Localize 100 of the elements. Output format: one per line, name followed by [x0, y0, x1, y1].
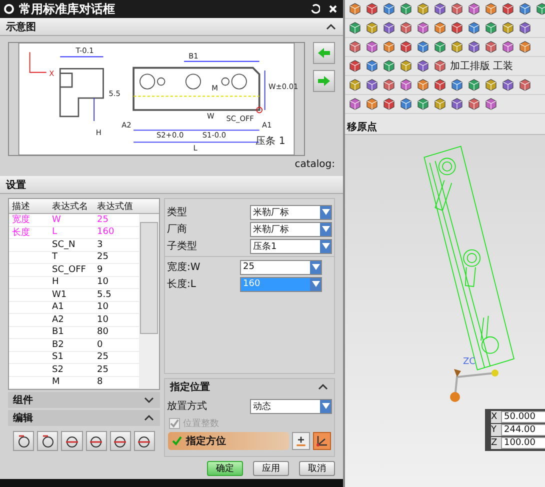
dropdown-field[interactable]: 米勒厂标	[250, 204, 332, 220]
cube-icon[interactable]	[382, 2, 396, 16]
cube-icon[interactable]	[365, 59, 379, 73]
cube-icon[interactable]	[484, 97, 498, 111]
gear-icon[interactable]	[3, 3, 15, 15]
cube-icon[interactable]	[450, 21, 464, 35]
cube-icon[interactable]	[450, 40, 464, 54]
toolbar-button[interactable]: 加工排版	[450, 59, 490, 73]
orientation-button[interactable]: 指定方位	[168, 432, 289, 450]
cube-icon[interactable]	[416, 78, 430, 92]
cube-icon[interactable]	[382, 21, 396, 35]
dropdown-field[interactable]: 动态	[250, 398, 332, 414]
section-header[interactable]: 指定位置	[165, 379, 334, 395]
dropdown-field[interactable]: 压条1	[250, 238, 332, 254]
section-header[interactable]: 编辑	[8, 410, 160, 426]
cube-icon[interactable]	[433, 2, 447, 16]
cube-icon[interactable]	[450, 2, 464, 16]
cube-icon[interactable]	[348, 97, 362, 111]
cube-icon[interactable]	[535, 2, 545, 16]
tool-button[interactable]	[37, 431, 58, 451]
csys-button[interactable]	[313, 432, 331, 450]
dropdown-field[interactable]: 25	[240, 260, 322, 274]
cube-icon[interactable]	[348, 40, 362, 54]
cube-icon[interactable]	[467, 21, 481, 35]
tool-button[interactable]	[86, 431, 107, 451]
cube-icon[interactable]	[399, 40, 413, 54]
tool-button[interactable]	[134, 431, 156, 451]
section-header[interactable]: 示意图	[0, 18, 343, 36]
cube-icon[interactable]	[348, 78, 362, 92]
cube-icon[interactable]	[382, 78, 396, 92]
cube-icon[interactable]	[348, 59, 362, 73]
tool-button[interactable]	[13, 431, 34, 451]
cube-icon[interactable]	[501, 40, 515, 54]
section-header[interactable]: 设置	[0, 176, 343, 194]
cube-icon[interactable]	[433, 40, 447, 54]
cube-icon[interactable]	[382, 40, 396, 54]
point-button[interactable]	[292, 432, 310, 450]
section-header[interactable]: 组件	[8, 392, 160, 408]
dropdown-field[interactable]: 米勒厂标	[250, 222, 332, 236]
field-label: 厂商	[167, 222, 187, 236]
cube-icon[interactable]	[416, 59, 430, 73]
cube-icon[interactable]	[501, 78, 515, 92]
next-button[interactable]	[313, 70, 335, 92]
cube-icon[interactable]	[416, 40, 430, 54]
cube-icon[interactable]	[501, 2, 515, 16]
cube-icon[interactable]	[416, 97, 430, 111]
toolbar-button[interactable]: 工装	[493, 59, 513, 73]
dialog-button[interactable]: 应用	[253, 461, 289, 476]
cube-icon[interactable]	[382, 59, 396, 73]
input-field[interactable]: 100.00	[501, 437, 545, 449]
dialog-button[interactable]: 确定	[207, 461, 243, 476]
cube-icon[interactable]	[518, 2, 532, 16]
cube-icon[interactable]	[484, 2, 498, 16]
table-cell: S1	[52, 352, 64, 362]
cube-icon[interactable]	[467, 2, 481, 16]
cube-icon[interactable]	[348, 21, 362, 35]
cube-icon[interactable]	[399, 59, 413, 73]
cube-icon[interactable]	[467, 97, 481, 111]
scrollbar[interactable]	[139, 214, 159, 389]
reset-button[interactable]	[308, 2, 322, 16]
cube-icon[interactable]	[433, 78, 447, 92]
table-cell: B2	[52, 340, 64, 350]
cube-icon[interactable]	[450, 78, 464, 92]
cube-icon[interactable]	[484, 21, 498, 35]
cube-icon[interactable]	[399, 97, 413, 111]
cube-icon[interactable]	[365, 40, 379, 54]
cube-icon[interactable]	[518, 40, 532, 54]
drawing-label: L	[193, 143, 198, 152]
cube-icon[interactable]	[501, 21, 515, 35]
cube-icon[interactable]	[348, 2, 362, 16]
cube-icon[interactable]	[467, 78, 481, 92]
cube-icon[interactable]	[365, 2, 379, 16]
cube-icon[interactable]	[399, 2, 413, 16]
cube-icon[interactable]	[399, 78, 413, 92]
axis-label: Y	[491, 425, 498, 435]
cube-icon[interactable]	[484, 78, 498, 92]
cube-icon[interactable]	[365, 78, 379, 92]
cube-icon[interactable]	[518, 21, 532, 35]
cube-icon[interactable]	[399, 21, 413, 35]
drawing-label: S2+0.0	[156, 130, 184, 140]
tool-button[interactable]	[61, 431, 83, 451]
section-title: 编辑	[13, 412, 33, 425]
cube-icon[interactable]	[467, 40, 481, 54]
cube-icon[interactable]	[433, 21, 447, 35]
tool-button[interactable]	[110, 431, 131, 451]
cube-icon[interactable]	[416, 21, 430, 35]
cube-icon[interactable]	[433, 97, 447, 111]
dialog-button[interactable]: 取消	[299, 461, 335, 476]
cube-icon[interactable]	[484, 40, 498, 54]
cube-icon[interactable]	[518, 78, 532, 92]
input-field[interactable]: 244.00	[501, 424, 545, 436]
cube-icon[interactable]	[382, 97, 396, 111]
axes-icon	[315, 434, 329, 448]
cube-icon[interactable]	[365, 97, 379, 111]
input-field[interactable]: 50.000	[501, 411, 545, 423]
cube-icon[interactable]	[416, 2, 430, 16]
cube-icon[interactable]	[450, 97, 464, 111]
cube-icon[interactable]	[433, 59, 447, 73]
cube-icon[interactable]	[365, 21, 379, 35]
previous-button[interactable]	[313, 42, 335, 64]
